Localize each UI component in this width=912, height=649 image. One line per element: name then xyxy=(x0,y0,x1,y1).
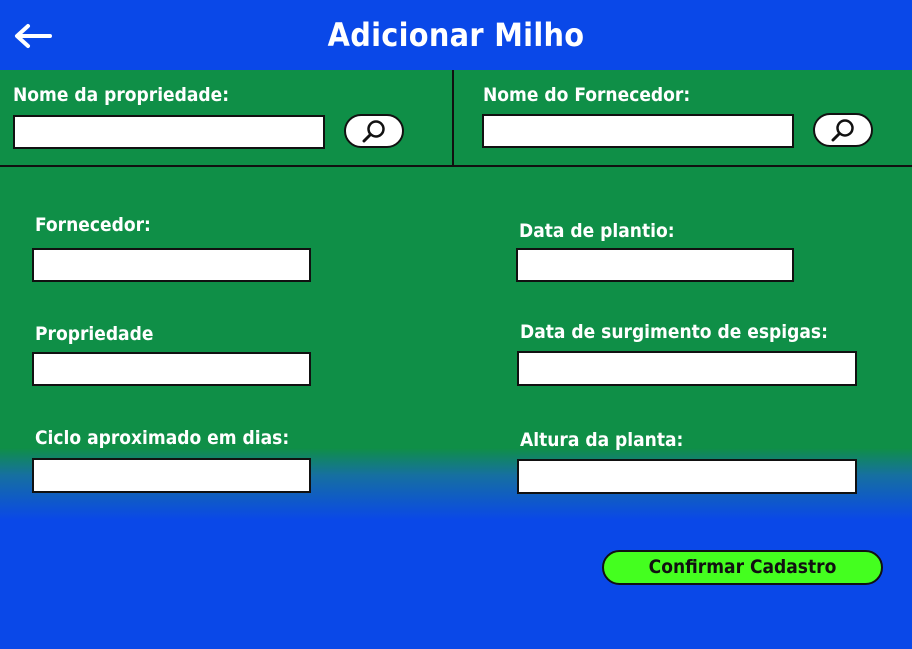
confirm-button[interactable]: Confirmar Cadastro xyxy=(602,550,883,585)
property-search-button[interactable] xyxy=(344,114,404,148)
altura-input[interactable] xyxy=(517,459,857,494)
altura-label: Altura da planta: xyxy=(520,429,684,451)
page-background: Adicionar Milho Nome da propriedade: Nom… xyxy=(0,0,912,649)
data-plantio-label: Data de plantio: xyxy=(519,220,675,242)
search-icon xyxy=(831,119,854,142)
fornecedor-label: Fornecedor: xyxy=(35,214,151,236)
search-divider xyxy=(452,70,454,166)
page-title: Adicionar Milho xyxy=(327,16,585,54)
back-arrow-icon[interactable] xyxy=(12,22,52,50)
data-espigas-input[interactable] xyxy=(517,351,857,386)
ciclo-label: Ciclo aproximado em dias: xyxy=(35,427,290,449)
supplier-search-button[interactable] xyxy=(813,113,873,147)
propriedade-label: Propriedade xyxy=(35,323,154,345)
header-bar: Adicionar Milho xyxy=(0,0,912,70)
ciclo-input[interactable] xyxy=(32,458,311,493)
propriedade-input[interactable] xyxy=(32,352,311,386)
property-search-label: Nome da propriedade: xyxy=(13,84,230,106)
fornecedor-input[interactable] xyxy=(32,248,311,282)
data-espigas-label: Data de surgimento de espigas: xyxy=(520,321,828,343)
property-search-input[interactable] xyxy=(13,115,325,149)
supplier-search-label: Nome do Fornecedor: xyxy=(483,84,691,106)
supplier-search-input[interactable] xyxy=(482,114,794,148)
search-icon xyxy=(362,120,385,143)
data-plantio-input[interactable] xyxy=(516,248,794,282)
